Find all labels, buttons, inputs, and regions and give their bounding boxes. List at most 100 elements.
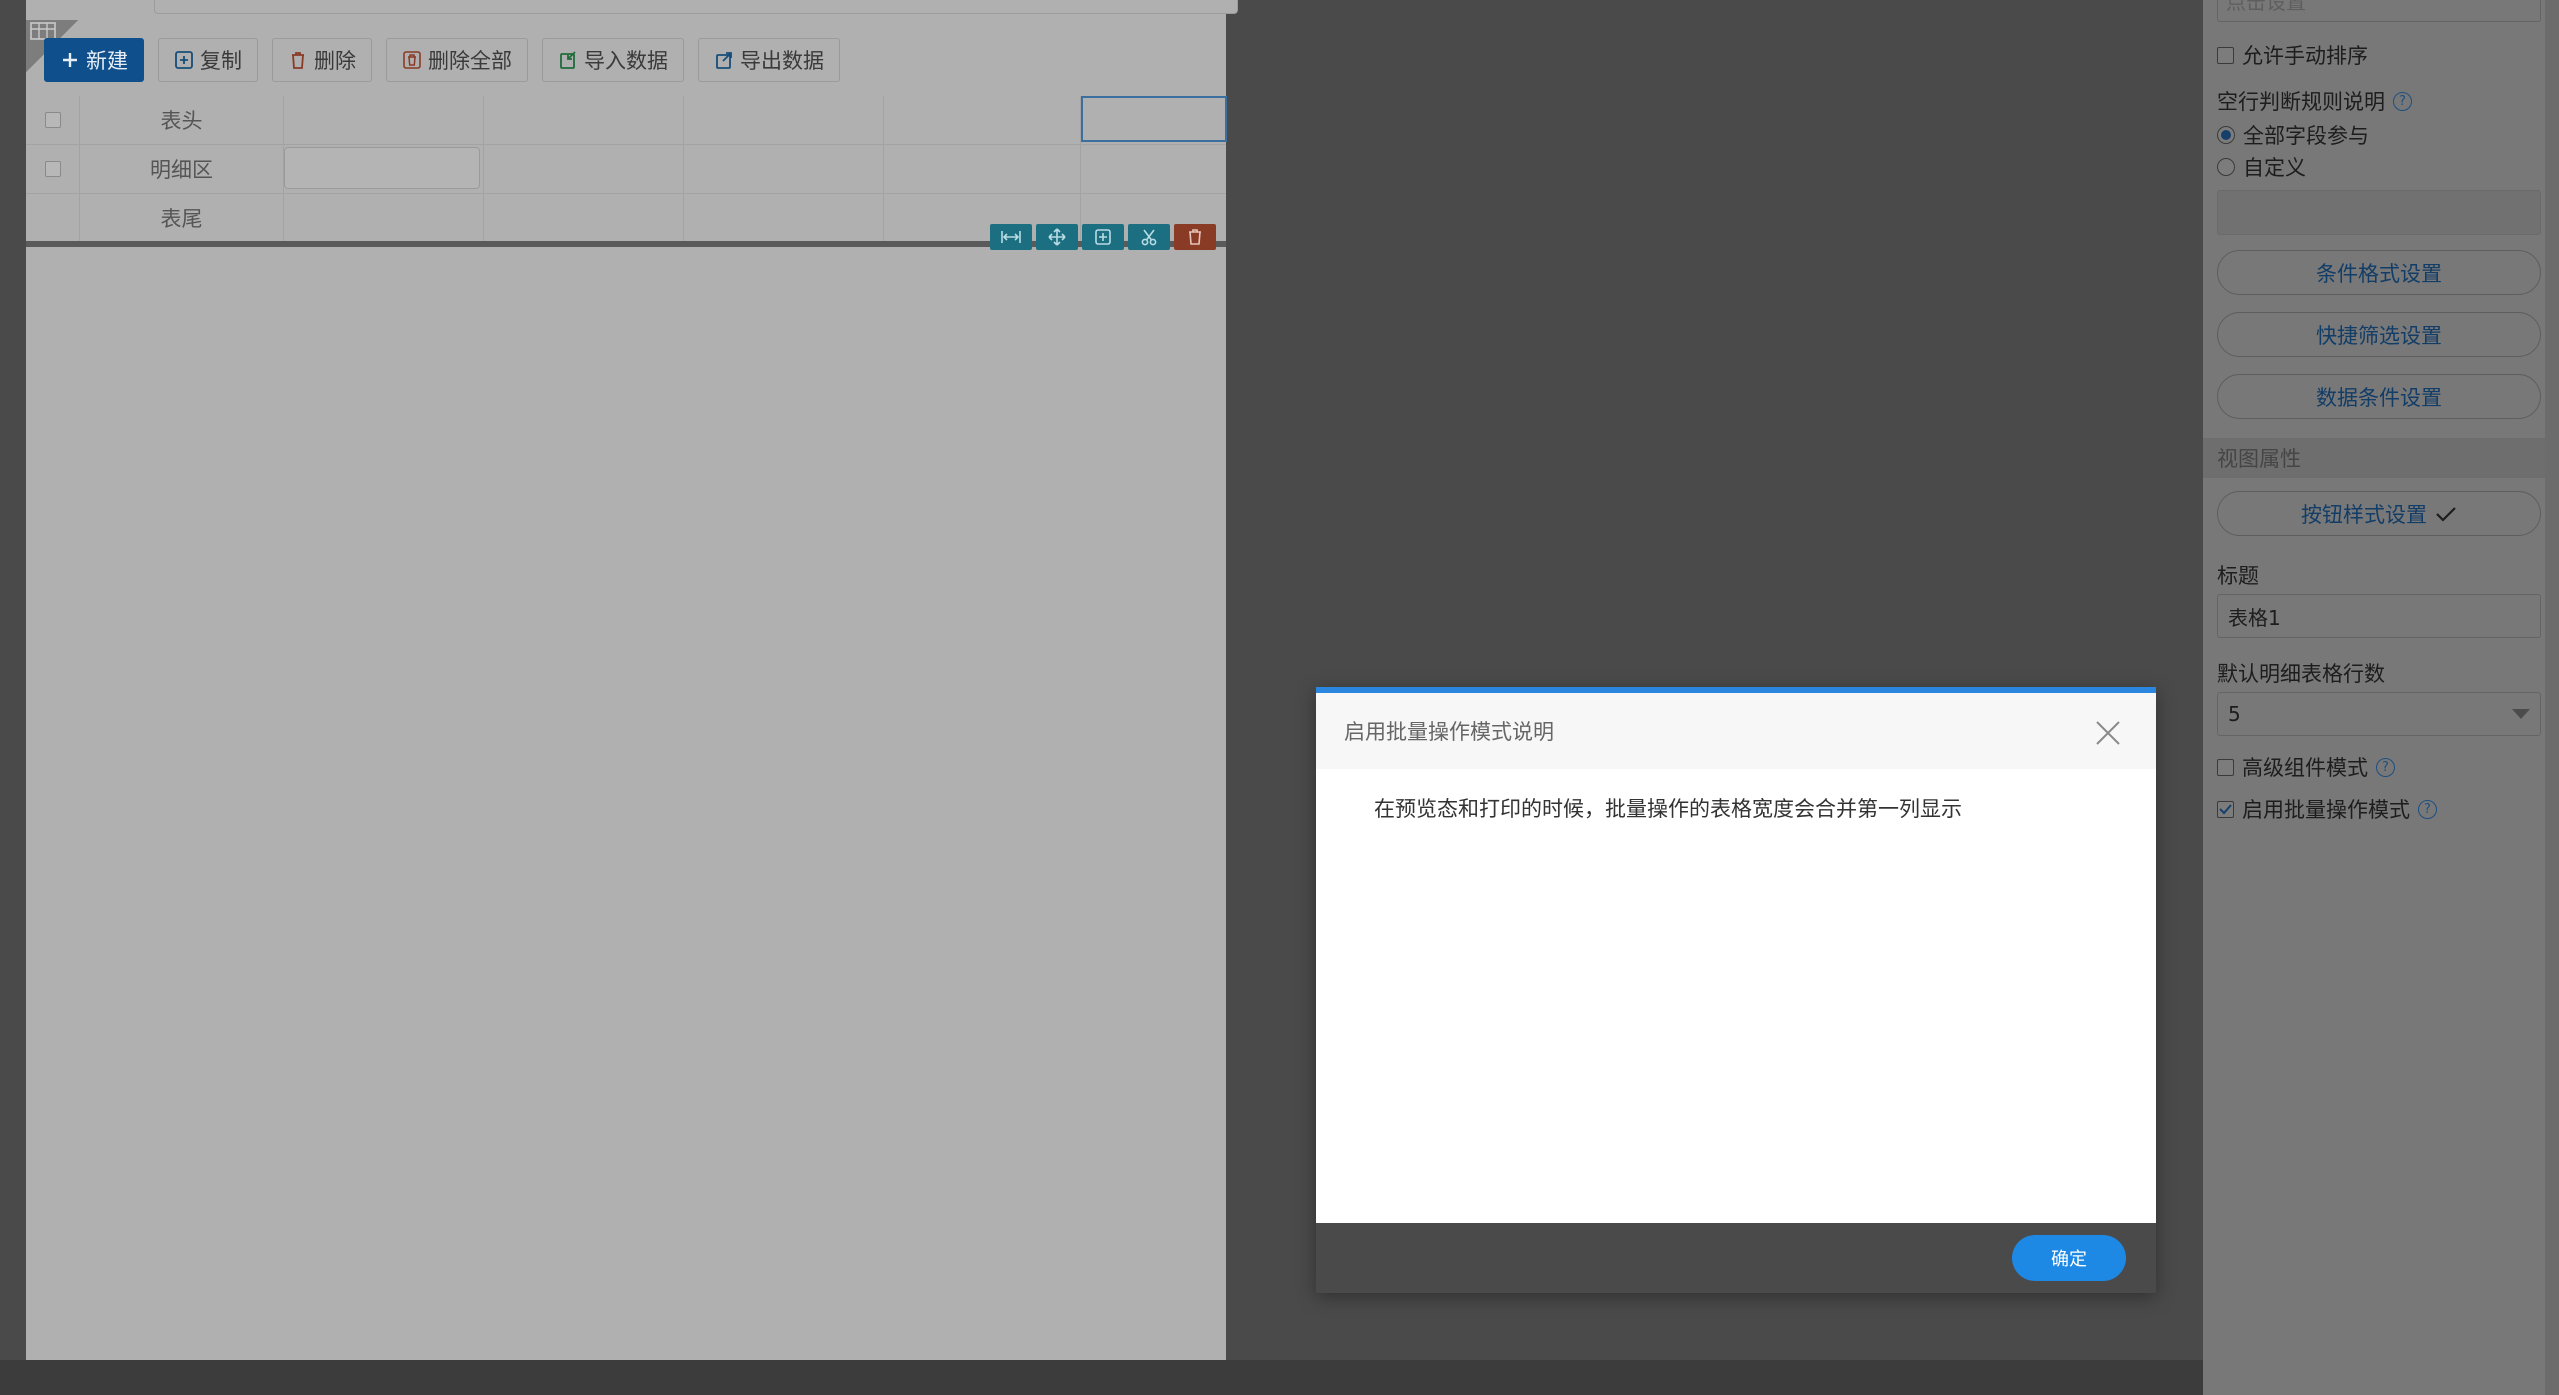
row-checkbox-cell[interactable] xyxy=(26,145,80,193)
allow-manual-sort-checkbox[interactable] xyxy=(2217,46,2234,64)
import-button-label: 导入数据 xyxy=(584,49,668,73)
trash-all-icon xyxy=(403,51,421,69)
trash-icon xyxy=(292,52,304,69)
check-icon xyxy=(2436,506,2456,522)
delete-all-button[interactable]: 删除全部 xyxy=(386,38,528,82)
detail-input-cell[interactable] xyxy=(284,147,480,189)
row-label-header: 表头 xyxy=(80,96,284,144)
batch-mode-help-dialog: 启用批量操作模式说明 在预览态和打印的时候，批量操作的表格宽度会合并第一列显示 … xyxy=(1316,687,2156,1293)
button-style-label: 按钮样式设置 xyxy=(2301,502,2427,527)
button-style-button[interactable]: 按钮样式设置 xyxy=(2217,491,2541,536)
resize-width-tool[interactable] xyxy=(990,224,1032,250)
radio-custom-option[interactable]: 自定义 xyxy=(2217,152,2306,182)
row-label-detail: 明细区 xyxy=(80,145,284,193)
plus-icon xyxy=(63,53,77,67)
top-field-stub xyxy=(154,0,1238,14)
scissors-icon xyxy=(1141,229,1157,246)
help-icon[interactable]: ? xyxy=(2393,91,2412,111)
delete-button-label: 删除 xyxy=(314,49,356,73)
table-cell[interactable] xyxy=(884,96,1081,144)
batch-mode-label: 启用批量操作模式 xyxy=(2242,798,2410,822)
advanced-mode-checkbox[interactable] xyxy=(2217,758,2234,776)
table-row-detail: 明细区 xyxy=(26,145,1226,194)
table-cell[interactable] xyxy=(484,96,684,144)
close-icon[interactable] xyxy=(2094,719,2122,747)
radio-all-fields-label: 全部字段参与 xyxy=(2243,124,2369,148)
delete-component-tool[interactable] xyxy=(1174,224,1216,250)
help-icon[interactable]: ? xyxy=(2376,757,2395,777)
export-icon xyxy=(716,52,732,69)
view-properties-label: 视图属性 xyxy=(2217,447,2301,471)
empty-row-rule-heading: 空行判断规则说明 ? xyxy=(2217,86,2412,116)
top-setting-field[interactable]: 点击设置 xyxy=(2217,0,2541,22)
selected-cell[interactable] xyxy=(1081,96,1227,142)
copy-icon xyxy=(1095,229,1111,245)
table-cell[interactable] xyxy=(484,194,684,242)
check-icon xyxy=(2219,803,2232,814)
export-data-button[interactable]: 导出数据 xyxy=(698,38,840,82)
title-input-value: 表格1 xyxy=(2228,605,2281,630)
panel-scrollbar[interactable] xyxy=(2545,0,2559,1395)
export-button-label: 导出数据 xyxy=(740,49,824,73)
table-cell[interactable] xyxy=(684,194,884,242)
radio-custom-label: 自定义 xyxy=(2243,156,2306,180)
table-row-header: 表头 xyxy=(26,96,1227,145)
table-cell[interactable] xyxy=(284,194,484,242)
ok-button[interactable]: 确定 xyxy=(2012,1235,2126,1281)
dialog-message: 在预览态和打印的时候，批量操作的表格宽度会合并第一列显示 xyxy=(1374,797,1962,821)
dialog-footer: 确定 xyxy=(1316,1223,2156,1293)
table-cell[interactable] xyxy=(684,96,884,144)
radio-all-fields[interactable] xyxy=(2217,126,2235,144)
radio-all-fields-option[interactable]: 全部字段参与 xyxy=(2217,120,2369,150)
cut-tool[interactable] xyxy=(1128,224,1170,250)
chevron-down-icon xyxy=(2512,709,2530,719)
property-panel: 点击设置 允许手动排序 空行判断规则说明 ? 全部字段参与 自定义 条件格式设置… xyxy=(2203,0,2559,1395)
default-rows-select[interactable]: 5 xyxy=(2217,692,2541,736)
row-label-footer: 表尾 xyxy=(80,194,284,242)
dialog-body: 在预览态和打印的时候，批量操作的表格宽度会合并第一列显示 xyxy=(1316,769,2156,1223)
batch-mode-checkbox[interactable] xyxy=(2217,800,2234,818)
help-icon[interactable]: ? xyxy=(2418,799,2437,819)
delete-button[interactable]: 删除 xyxy=(272,38,372,82)
dialog-title: 启用批量操作模式说明 xyxy=(1344,720,1554,744)
row-checkbox-cell[interactable] xyxy=(26,96,80,144)
copy-button[interactable]: 复制 xyxy=(158,38,258,82)
advanced-mode-label: 高级组件模式 xyxy=(2242,756,2368,780)
condition-format-button[interactable]: 条件格式设置 xyxy=(2217,250,2541,295)
width-arrows-icon xyxy=(1001,231,1021,243)
table-cell[interactable] xyxy=(684,145,884,193)
copy-icon xyxy=(175,51,193,69)
move-icon xyxy=(1048,228,1066,246)
default-rows-value: 5 xyxy=(2228,702,2241,726)
delete-all-button-label: 删除全部 xyxy=(428,49,512,73)
new-button-label: 新建 xyxy=(86,49,128,73)
duplicate-tool[interactable] xyxy=(1082,224,1124,250)
dialog-header: 启用批量操作模式说明 xyxy=(1316,693,2156,769)
table-cell[interactable] xyxy=(884,145,1081,193)
data-condition-label: 数据条件设置 xyxy=(2316,385,2442,410)
new-button[interactable]: 新建 xyxy=(44,38,144,82)
batch-mode-option[interactable]: 启用批量操作模式 ? xyxy=(2217,794,2437,824)
advanced-mode-option[interactable]: 高级组件模式 ? xyxy=(2217,752,2395,782)
data-condition-button[interactable]: 数据条件设置 xyxy=(2217,374,2541,419)
custom-rule-input xyxy=(2217,190,2541,235)
title-label: 标题 xyxy=(2217,564,2259,588)
copy-button-label: 复制 xyxy=(200,49,242,73)
import-data-button[interactable]: 导入数据 xyxy=(542,38,684,82)
view-properties-section: 视图属性 xyxy=(2203,438,2545,478)
quick-filter-button[interactable]: 快捷筛选设置 xyxy=(2217,312,2541,357)
trash-icon xyxy=(1189,229,1201,245)
import-icon xyxy=(560,51,576,69)
row-checkbox[interactable] xyxy=(44,112,61,128)
table-cell[interactable] xyxy=(284,96,484,144)
bottom-status-bar xyxy=(0,1360,2203,1395)
table-cell[interactable] xyxy=(484,145,684,193)
condition-format-label: 条件格式设置 xyxy=(2316,261,2442,286)
allow-manual-sort-option[interactable]: 允许手动排序 xyxy=(2217,40,2368,70)
component-quick-tools xyxy=(990,224,1216,250)
move-tool[interactable] xyxy=(1036,224,1078,250)
radio-custom[interactable] xyxy=(2217,158,2235,176)
title-input[interactable]: 表格1 xyxy=(2217,594,2541,638)
row-checkbox[interactable] xyxy=(44,161,61,177)
table-grid: 表头 明细区 表尾 xyxy=(26,96,1227,247)
